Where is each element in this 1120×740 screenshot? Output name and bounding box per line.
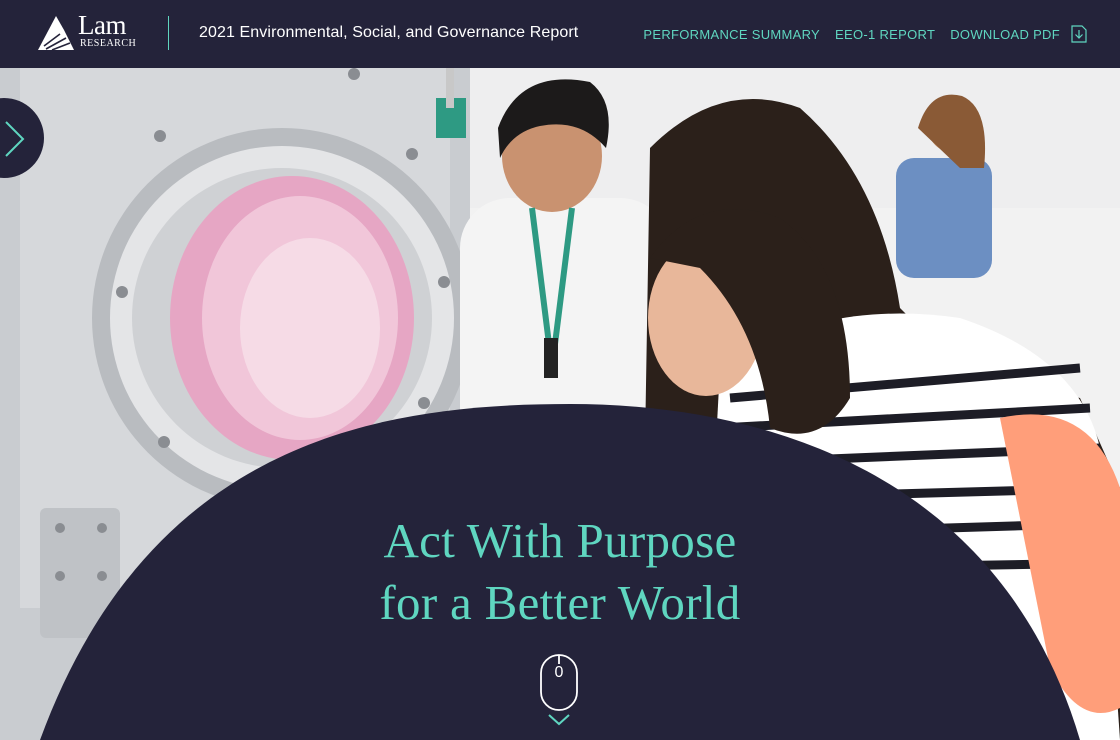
hero-headline-line1: Act With Purpose bbox=[383, 513, 737, 568]
nav-eeo1-report[interactable]: EEO-1 REPORT bbox=[835, 27, 935, 42]
logo-wordmark: Lam bbox=[78, 10, 126, 40]
lam-research-logo[interactable]: Lam RESEARCH bbox=[38, 10, 140, 52]
logo-mark-icon bbox=[38, 16, 74, 51]
site-header: Lam RESEARCH 2021 Environmental, Social,… bbox=[0, 0, 1120, 68]
nav-download-pdf[interactable]: DOWNLOAD PDF bbox=[950, 27, 1060, 42]
download-icon[interactable] bbox=[1070, 25, 1088, 43]
hero-headline-line2: for a Better World bbox=[379, 575, 741, 630]
logo-subtext: RESEARCH bbox=[80, 38, 137, 49]
chevron-down-icon[interactable] bbox=[548, 714, 570, 726]
top-nav: PERFORMANCE SUMMARY EEO-1 REPORT DOWNLOA… bbox=[643, 0, 1120, 68]
header-divider bbox=[168, 16, 169, 50]
chevron-right-icon bbox=[5, 121, 25, 157]
hero-photo bbox=[0, 68, 1120, 740]
nav-performance-summary[interactable]: PERFORMANCE SUMMARY bbox=[643, 27, 820, 42]
scroll-indicator-value: 0 bbox=[554, 664, 564, 681]
mouse-icon[interactable] bbox=[540, 654, 578, 711]
report-title: 2021 Environmental, Social, and Governan… bbox=[199, 24, 579, 41]
